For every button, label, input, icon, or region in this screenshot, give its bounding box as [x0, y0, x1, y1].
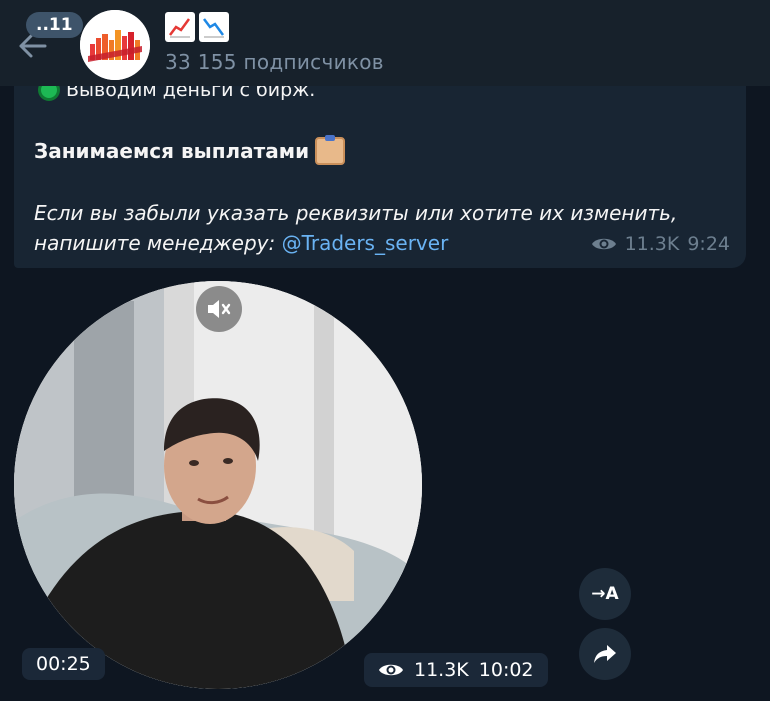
forward-button[interactable]	[579, 628, 631, 680]
message-views: 11.3K	[624, 233, 680, 255]
chat-header: ..11 33 155 подписчиков	[0, 0, 770, 86]
eye-icon	[379, 664, 403, 676]
unmute-button[interactable]	[196, 286, 242, 332]
video-views: 11.3K	[414, 659, 469, 681]
package-icon	[315, 135, 346, 165]
video-frame	[14, 281, 422, 689]
message-meta: 11.3K 9:24	[591, 233, 730, 255]
video-time: 10:02	[478, 659, 534, 681]
eye-icon	[591, 238, 616, 250]
video-duration: 00:25	[22, 648, 105, 680]
channel-logo	[80, 10, 150, 80]
manager-link[interactable]: @Traders_server	[282, 231, 449, 255]
message-time: 9:24	[687, 233, 730, 255]
video-meta: 11.3K 10:02	[364, 653, 548, 687]
chart-decreasing-icon	[199, 12, 229, 42]
unread-badge: ..11	[26, 12, 83, 38]
chart-increasing-icon	[165, 12, 195, 42]
share-arrow-icon	[594, 645, 616, 663]
channel-avatar[interactable]	[80, 10, 150, 80]
message-heading: Занимаемся выплатами	[34, 135, 346, 165]
video-message[interactable]	[14, 281, 422, 689]
translate-button[interactable]: →A	[579, 568, 631, 620]
muted-speaker-icon	[208, 300, 231, 318]
channel-title	[165, 12, 229, 42]
translate-icon: →A	[591, 584, 619, 604]
subscriber-count: 33 155 подписчиков	[165, 50, 384, 74]
